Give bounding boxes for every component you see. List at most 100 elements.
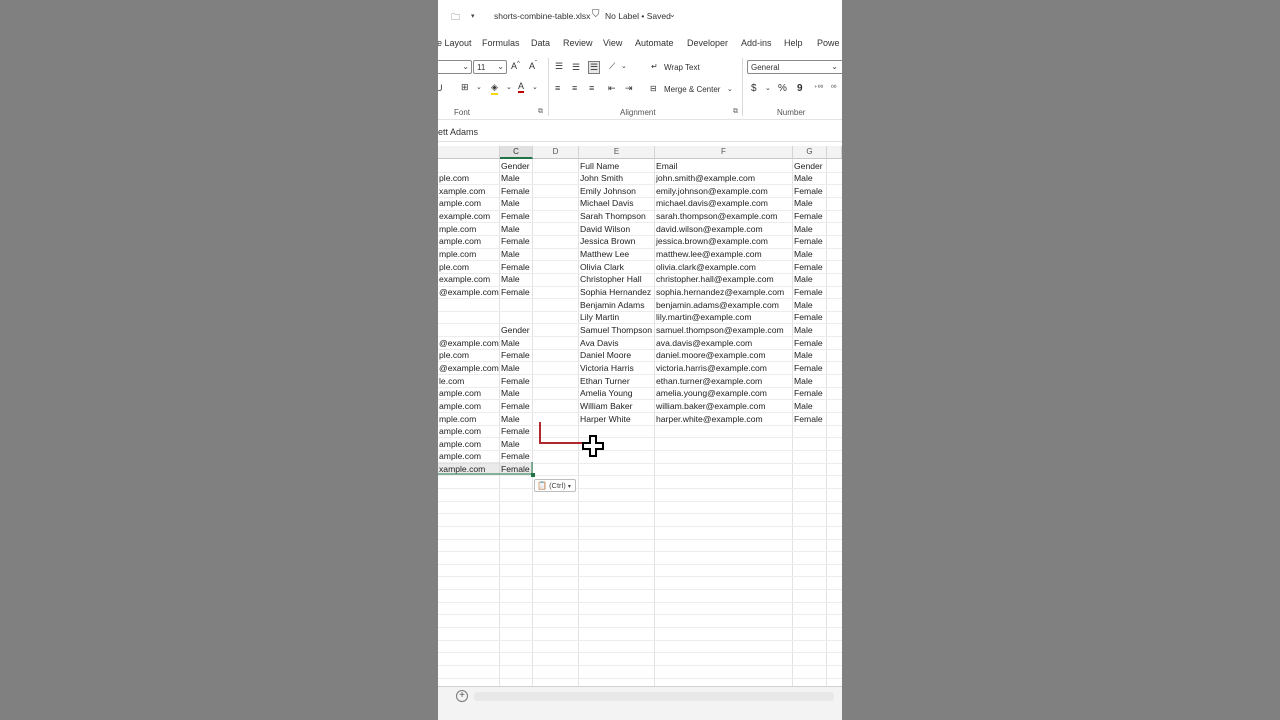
cell-b[interactable]: @example.com <box>438 362 499 375</box>
cell-e[interactable]: Michael Davis <box>579 197 654 210</box>
cell-c[interactable]: Male <box>500 362 532 375</box>
column-header-e[interactable]: E <box>579 146 655 159</box>
cell-f[interactable]: david.wilson@example.com <box>655 223 792 236</box>
cell-f[interactable]: john.smith@example.com <box>655 172 792 185</box>
cell-f[interactable]: jessica.brown@example.com <box>655 235 792 248</box>
cell-g[interactable]: Gender <box>793 160 826 173</box>
cell-g[interactable]: Female <box>793 362 826 375</box>
cell-c[interactable]: Female <box>500 450 532 463</box>
font-dialog-launcher-icon[interactable]: ⧉ <box>538 108 543 116</box>
cell-b[interactable]: example.com <box>438 273 499 286</box>
cell-f[interactable]: lily.martin@example.com <box>655 311 792 324</box>
chevron-down-icon[interactable]: ⌄ <box>621 62 627 70</box>
cell-g[interactable]: Male <box>793 172 826 185</box>
cell-e[interactable]: Matthew Lee <box>579 248 654 261</box>
cell-f[interactable]: ava.davis@example.com <box>655 337 792 350</box>
label-status[interactable]: No Label • Saved <box>605 11 671 21</box>
cell-g[interactable]: Male <box>793 273 826 286</box>
cell-g[interactable]: Male <box>793 299 826 312</box>
increase-indent-icon[interactable]: ⇥ <box>625 83 633 94</box>
cell-c[interactable]: Female <box>500 286 532 299</box>
decrease-decimal-icon[interactable]: ⁰⁰ <box>831 84 837 92</box>
cell-c[interactable]: Female <box>500 210 532 223</box>
cell-c[interactable]: Female <box>500 400 532 413</box>
column-header-c[interactable]: C <box>500 146 533 159</box>
increase-decimal-icon[interactable]: ⁺⁰⁰ <box>814 84 823 92</box>
align-top-icon[interactable]: ☰ <box>555 61 563 72</box>
borders-icon[interactable]: ⊞ <box>461 82 469 93</box>
merge-center-button[interactable]: Merge & Center <box>664 85 720 94</box>
cell-b[interactable]: ample.com <box>438 235 499 248</box>
tab-page-layout[interactable]: e Layout <box>438 38 472 48</box>
formula-bar-content[interactable]: ett Adams <box>438 127 478 137</box>
cell-b[interactable]: ample.com <box>438 197 499 210</box>
cell-e[interactable]: Daniel Moore <box>579 349 654 362</box>
cell-f[interactable]: daniel.moore@example.com <box>655 349 792 362</box>
cell-b[interactable]: xample.com <box>438 185 499 198</box>
fill-color-icon[interactable]: ◈ <box>491 82 498 95</box>
cell-g[interactable]: Male <box>793 197 826 210</box>
cell-b[interactable]: mple.com <box>438 413 499 426</box>
cell-e[interactable]: Amelia Young <box>579 387 654 400</box>
cell-b[interactable] <box>438 160 499 173</box>
chevron-down-icon[interactable]: ⌄ <box>727 85 733 93</box>
cell-c[interactable]: Female <box>500 261 532 274</box>
cell-e[interactable]: Victoria Harris <box>579 362 654 375</box>
cell-e[interactable]: Sophia Hernandez <box>579 286 654 299</box>
cell-c[interactable]: Gender <box>500 324 532 337</box>
cell-c[interactable]: Male <box>500 248 532 261</box>
cell-g[interactable]: Female <box>793 261 826 274</box>
tab-view[interactable]: View <box>603 38 622 48</box>
cell-f[interactable]: ethan.turner@example.com <box>655 375 792 388</box>
underline-icon[interactable]: U <box>438 83 443 93</box>
currency-format-button[interactable]: $ <box>751 83 757 94</box>
column-header-h[interactable] <box>827 146 842 159</box>
cell-e[interactable]: Christopher Hall <box>579 273 654 286</box>
number-format-combo[interactable]: General ⌄ <box>747 60 842 74</box>
cell-g[interactable]: Male <box>793 375 826 388</box>
merge-center-icon[interactable]: ⊟ <box>650 84 657 93</box>
cell-f[interactable]: emily.johnson@example.com <box>655 185 792 198</box>
cell-f[interactable]: samuel.thompson@example.com <box>655 324 792 337</box>
cell-b[interactable]: ample.com <box>438 450 499 463</box>
cell-c[interactable]: Female <box>500 425 532 438</box>
cell-f[interactable]: matthew.lee@example.com <box>655 248 792 261</box>
cell-f[interactable]: sophia.hernandez@example.com <box>655 286 792 299</box>
wrap-text-button[interactable]: Wrap Text <box>664 63 700 72</box>
cell-b[interactable]: ample.com <box>438 387 499 400</box>
cell-b[interactable]: ple.com <box>438 172 499 185</box>
cell-g[interactable]: Female <box>793 337 826 350</box>
cell-c[interactable]: Female <box>500 235 532 248</box>
cell-g[interactable]: Female <box>793 387 826 400</box>
cell-c[interactable] <box>500 311 532 324</box>
align-bottom-icon[interactable]: ☰ <box>588 61 601 74</box>
cell-e[interactable]: Jessica Brown <box>579 235 654 248</box>
cell-e[interactable]: Ethan Turner <box>579 375 654 388</box>
cell-g[interactable]: Female <box>793 185 826 198</box>
cell-b[interactable]: ple.com <box>438 349 499 362</box>
cell-c[interactable]: Female <box>500 349 532 362</box>
tab-automate[interactable]: Automate <box>635 38 674 48</box>
cell-c[interactable]: Male <box>500 197 532 210</box>
chevron-down-icon[interactable]: ⌄ <box>532 83 538 91</box>
cell-f[interactable]: christopher.hall@example.com <box>655 273 792 286</box>
cell-e[interactable]: Benjamin Adams <box>579 299 654 312</box>
cell-g[interactable]: Female <box>793 235 826 248</box>
tab-add-ins[interactable]: Add-ins <box>741 38 772 48</box>
cell-c[interactable]: Male <box>500 413 532 426</box>
column-header-f[interactable]: F <box>655 146 793 159</box>
cell-f[interactable]: olivia.clark@example.com <box>655 261 792 274</box>
cell-b[interactable]: ample.com <box>438 425 499 438</box>
cell-e[interactable]: Lily Martin <box>579 311 654 324</box>
cell-c[interactable]: Male <box>500 223 532 236</box>
percent-format-button[interactable]: % <box>778 83 787 94</box>
tab-developer[interactable]: Developer <box>687 38 728 48</box>
cell-g[interactable]: Female <box>793 210 826 223</box>
cell-f[interactable]: michael.davis@example.com <box>655 197 792 210</box>
cell-b[interactable] <box>438 311 499 324</box>
cell-b[interactable]: example.com <box>438 210 499 223</box>
tab-help[interactable]: Help <box>784 38 803 48</box>
paste-options-button[interactable]: 📋 (Ctrl) ▾ <box>534 479 576 492</box>
cell-f[interactable]: amelia.young@example.com <box>655 387 792 400</box>
cell-g[interactable]: Female <box>793 413 826 426</box>
